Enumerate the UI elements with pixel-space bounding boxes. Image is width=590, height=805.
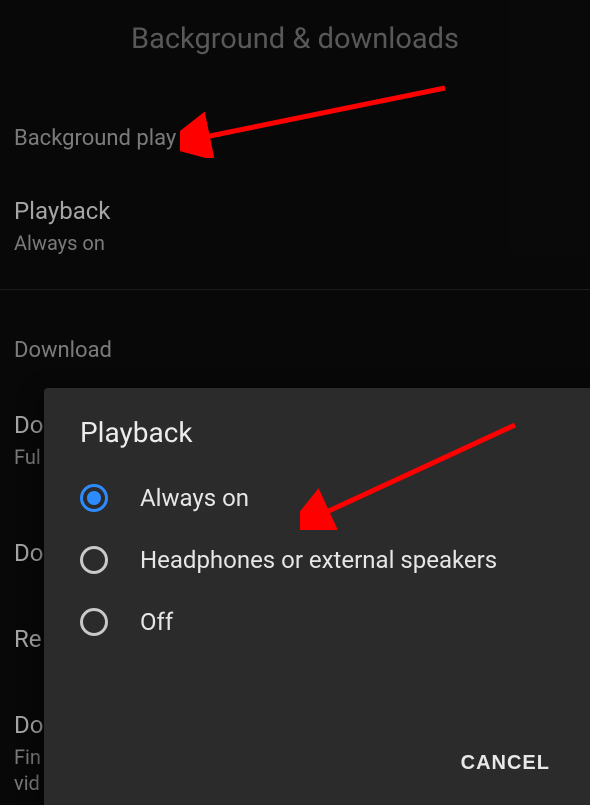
dialog-title: Playback <box>44 416 590 467</box>
radio-selected-icon <box>80 484 108 512</box>
option-off[interactable]: Off <box>44 591 590 653</box>
option-always-on[interactable]: Always on <box>44 467 590 529</box>
radio-unselected-icon <box>80 608 108 636</box>
option-always-on-label: Always on <box>140 483 249 513</box>
radio-unselected-icon <box>80 546 108 574</box>
option-off-label: Off <box>140 607 173 637</box>
cancel-button[interactable]: CANCEL <box>449 742 562 785</box>
playback-dialog: Playback Always on Headphones or externa… <box>44 388 590 805</box>
option-headphones-label: Headphones or external speakers <box>140 545 497 575</box>
option-headphones[interactable]: Headphones or external speakers <box>44 529 590 591</box>
